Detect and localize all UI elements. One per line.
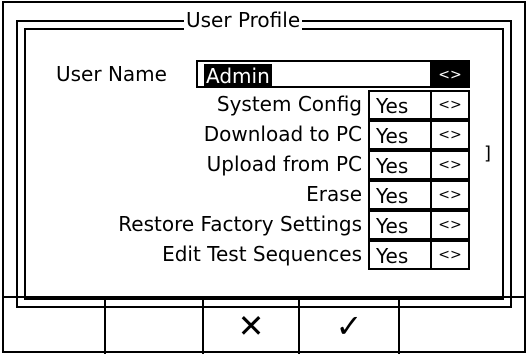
close-icon: ✕ bbox=[237, 307, 265, 345]
user-name-value: Admin bbox=[204, 64, 272, 88]
perm-toggle-download-to-pc[interactable]: <> bbox=[430, 120, 470, 150]
softkey-2[interactable] bbox=[104, 296, 202, 354]
perm-label-edit-test-sequences: Edit Test Sequences bbox=[162, 242, 362, 266]
softkey-cancel[interactable]: ✕ bbox=[202, 296, 298, 354]
perm-toggle-restore-factory-settings[interactable]: <> bbox=[430, 210, 470, 240]
perm-value-upload-from-pc[interactable]: Yes bbox=[368, 150, 432, 180]
perm-label-erase: Erase bbox=[306, 182, 362, 206]
perm-label-download-to-pc: Download to PC bbox=[203, 122, 362, 146]
softkey-confirm[interactable]: ✓ bbox=[298, 296, 398, 354]
softkey-1[interactable] bbox=[2, 296, 104, 354]
perm-toggle-system-config[interactable]: <> bbox=[430, 90, 470, 120]
dialog-title: User Profile bbox=[184, 8, 303, 32]
perm-toggle-erase[interactable]: <> bbox=[430, 180, 470, 210]
user-name-field[interactable]: Admin bbox=[196, 60, 432, 88]
perm-value-erase[interactable]: Yes bbox=[368, 180, 432, 210]
perm-label-upload-from-pc: Upload from PC bbox=[206, 152, 362, 176]
perm-value-download-to-pc[interactable]: Yes bbox=[368, 120, 432, 150]
perm-label-system-config: System Config bbox=[216, 92, 362, 116]
perm-value-restore-factory-settings[interactable]: Yes bbox=[368, 210, 432, 240]
perm-label-restore-factory-settings: Restore Factory Settings bbox=[118, 212, 362, 236]
perm-toggle-edit-test-sequences[interactable]: <> bbox=[430, 240, 470, 270]
user-name-toggle[interactable]: <> bbox=[430, 60, 470, 88]
user-name-label: User Name bbox=[56, 62, 167, 86]
perm-toggle-upload-from-pc[interactable]: <> bbox=[430, 150, 470, 180]
perm-value-edit-test-sequences[interactable]: Yes bbox=[368, 240, 432, 270]
checkmark-icon: ✓ bbox=[335, 307, 363, 345]
stray-bracket-glyph: ] bbox=[484, 143, 492, 164]
perm-value-system-config[interactable]: Yes bbox=[368, 90, 432, 120]
softkey-5[interactable] bbox=[398, 296, 526, 354]
